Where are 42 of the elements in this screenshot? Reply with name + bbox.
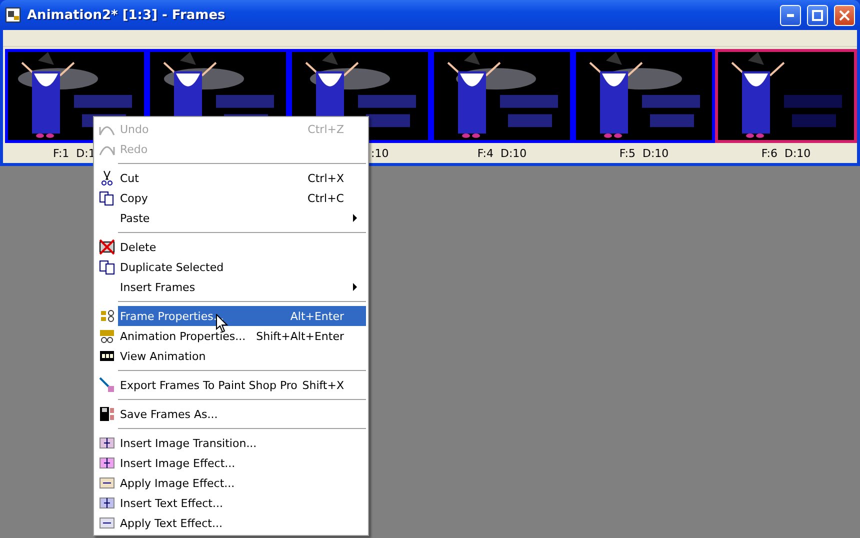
menu-item[interactable]: Insert Frames: [96, 277, 366, 297]
menu-item[interactable]: Insert Image Transition...: [96, 433, 366, 453]
menu-item-icon: [99, 308, 115, 324]
menu-item[interactable]: View Animation: [96, 346, 366, 366]
menu-item[interactable]: Animation Properties... Shift+Alt+Enter: [96, 326, 366, 346]
menu-item[interactable]: Paste: [96, 208, 366, 228]
menu-item-icon: [99, 455, 115, 471]
maximize-icon: [812, 10, 823, 20]
menu-item[interactable]: Insert Image Effect...: [96, 453, 366, 473]
menu-item-icon: [99, 170, 115, 186]
frame-caption: F:5 D:10: [619, 146, 669, 160]
frame-caption: F:1 D:1: [53, 146, 96, 160]
menu-item-icon: [99, 475, 115, 491]
menu-item-icon: [99, 515, 115, 531]
menu-item-icon: [99, 348, 115, 364]
frame-caption: F:6 D:10: [761, 146, 811, 160]
menu-item[interactable]: Save Frames As...: [96, 404, 366, 424]
close-button[interactable]: [834, 4, 855, 26]
menu-item[interactable]: Cut Ctrl+X: [96, 168, 366, 188]
menu-item-icon: [99, 406, 115, 422]
menu-item[interactable]: Duplicate Selected: [96, 257, 366, 277]
frame-caption: :10: [371, 146, 389, 160]
menu-item[interactable]: Apply Image Effect...: [96, 473, 366, 493]
menu-item-icon: [99, 328, 115, 344]
menu-item[interactable]: Export Frames To Paint Shop Pro Shift+X: [96, 375, 366, 395]
menu-item[interactable]: Copy Ctrl+C: [96, 188, 366, 208]
menu-item-icon: [99, 377, 115, 393]
menu-item[interactable]: Apply Text Effect...: [96, 513, 366, 533]
menu-item[interactable]: Delete: [96, 237, 366, 257]
menu-item-icon: [99, 259, 115, 275]
menu-item-icon: [99, 239, 115, 255]
menu-item[interactable]: Insert Text Effect...: [96, 493, 366, 513]
app-icon: [5, 7, 21, 23]
menu-item-icon: [99, 495, 115, 511]
menu-item-icon: [99, 190, 115, 206]
minimize-button[interactable]: [780, 4, 801, 26]
menu-item-icon: [99, 435, 115, 451]
maximize-button[interactable]: [807, 4, 828, 26]
minimize-icon: [787, 14, 794, 16]
close-icon: [839, 10, 850, 20]
window-title: Animation2* [1:3] - Frames: [27, 8, 226, 22]
frame-caption: F:4 D:10: [477, 146, 527, 160]
